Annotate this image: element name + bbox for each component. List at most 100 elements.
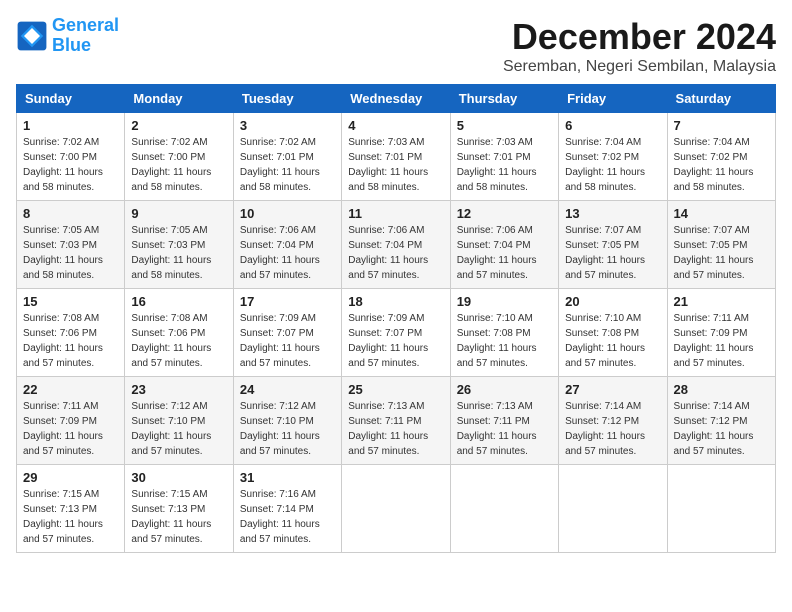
calendar-cell: 12 Sunrise: 7:06 AMSunset: 7:04 PMDaylig…	[450, 201, 558, 289]
day-info: Sunrise: 7:16 AMSunset: 7:14 PMDaylight:…	[240, 487, 335, 547]
calendar-cell: 18 Sunrise: 7:09 AMSunset: 7:07 PMDaylig…	[342, 289, 450, 377]
calendar-cell	[559, 465, 667, 553]
week-row-4: 22 Sunrise: 7:11 AMSunset: 7:09 PMDaylig…	[17, 377, 776, 465]
day-number: 16	[131, 294, 226, 309]
day-number: 20	[565, 294, 660, 309]
week-row-5: 29 Sunrise: 7:15 AMSunset: 7:13 PMDaylig…	[17, 465, 776, 553]
day-info: Sunrise: 7:12 AMSunset: 7:10 PMDaylight:…	[240, 399, 335, 459]
day-number: 6	[565, 118, 660, 133]
day-number: 18	[348, 294, 443, 309]
day-number: 25	[348, 382, 443, 397]
day-info: Sunrise: 7:10 AMSunset: 7:08 PMDaylight:…	[565, 311, 660, 371]
day-number: 5	[457, 118, 552, 133]
day-number: 10	[240, 206, 335, 221]
calendar-cell: 19 Sunrise: 7:10 AMSunset: 7:08 PMDaylig…	[450, 289, 558, 377]
day-number: 21	[674, 294, 769, 309]
day-info: Sunrise: 7:05 AMSunset: 7:03 PMDaylight:…	[131, 223, 226, 283]
day-number: 15	[23, 294, 118, 309]
day-info: Sunrise: 7:12 AMSunset: 7:10 PMDaylight:…	[131, 399, 226, 459]
weekday-header-thursday: Thursday	[450, 85, 558, 113]
day-info: Sunrise: 7:04 AMSunset: 7:02 PMDaylight:…	[565, 135, 660, 195]
day-info: Sunrise: 7:14 AMSunset: 7:12 PMDaylight:…	[674, 399, 769, 459]
location-subtitle: Seremban, Negeri Sembilan, Malaysia	[503, 58, 776, 76]
month-title: December 2024	[503, 16, 776, 58]
day-number: 12	[457, 206, 552, 221]
day-info: Sunrise: 7:06 AMSunset: 7:04 PMDaylight:…	[240, 223, 335, 283]
weekday-header-tuesday: Tuesday	[233, 85, 341, 113]
day-info: Sunrise: 7:09 AMSunset: 7:07 PMDaylight:…	[240, 311, 335, 371]
day-info: Sunrise: 7:04 AMSunset: 7:02 PMDaylight:…	[674, 135, 769, 195]
day-number: 13	[565, 206, 660, 221]
calendar-cell: 25 Sunrise: 7:13 AMSunset: 7:11 PMDaylig…	[342, 377, 450, 465]
calendar-table: SundayMondayTuesdayWednesdayThursdayFrid…	[16, 84, 776, 553]
day-number: 7	[674, 118, 769, 133]
calendar-cell: 2 Sunrise: 7:02 AMSunset: 7:00 PMDayligh…	[125, 113, 233, 201]
day-info: Sunrise: 7:13 AMSunset: 7:11 PMDaylight:…	[348, 399, 443, 459]
calendar-cell: 23 Sunrise: 7:12 AMSunset: 7:10 PMDaylig…	[125, 377, 233, 465]
week-row-1: 1 Sunrise: 7:02 AMSunset: 7:00 PMDayligh…	[17, 113, 776, 201]
day-number: 23	[131, 382, 226, 397]
day-info: Sunrise: 7:13 AMSunset: 7:11 PMDaylight:…	[457, 399, 552, 459]
calendar-cell: 15 Sunrise: 7:08 AMSunset: 7:06 PMDaylig…	[17, 289, 125, 377]
calendar-cell: 4 Sunrise: 7:03 AMSunset: 7:01 PMDayligh…	[342, 113, 450, 201]
title-block: December 2024 Seremban, Negeri Sembilan,…	[503, 16, 776, 76]
day-number: 29	[23, 470, 118, 485]
day-info: Sunrise: 7:14 AMSunset: 7:12 PMDaylight:…	[565, 399, 660, 459]
calendar-cell: 22 Sunrise: 7:11 AMSunset: 7:09 PMDaylig…	[17, 377, 125, 465]
day-info: Sunrise: 7:02 AMSunset: 7:01 PMDaylight:…	[240, 135, 335, 195]
day-number: 3	[240, 118, 335, 133]
day-number: 8	[23, 206, 118, 221]
day-number: 17	[240, 294, 335, 309]
calendar-cell: 16 Sunrise: 7:08 AMSunset: 7:06 PMDaylig…	[125, 289, 233, 377]
day-number: 2	[131, 118, 226, 133]
calendar-cell: 7 Sunrise: 7:04 AMSunset: 7:02 PMDayligh…	[667, 113, 775, 201]
day-number: 28	[674, 382, 769, 397]
calendar-cell: 13 Sunrise: 7:07 AMSunset: 7:05 PMDaylig…	[559, 201, 667, 289]
logo: General Blue	[16, 16, 119, 56]
weekday-header-wednesday: Wednesday	[342, 85, 450, 113]
calendar-cell: 9 Sunrise: 7:05 AMSunset: 7:03 PMDayligh…	[125, 201, 233, 289]
day-info: Sunrise: 7:03 AMSunset: 7:01 PMDaylight:…	[457, 135, 552, 195]
day-info: Sunrise: 7:15 AMSunset: 7:13 PMDaylight:…	[23, 487, 118, 547]
week-row-3: 15 Sunrise: 7:08 AMSunset: 7:06 PMDaylig…	[17, 289, 776, 377]
day-info: Sunrise: 7:06 AMSunset: 7:04 PMDaylight:…	[348, 223, 443, 283]
logo-icon	[16, 20, 48, 52]
calendar-cell: 26 Sunrise: 7:13 AMSunset: 7:11 PMDaylig…	[450, 377, 558, 465]
day-info: Sunrise: 7:05 AMSunset: 7:03 PMDaylight:…	[23, 223, 118, 283]
day-info: Sunrise: 7:07 AMSunset: 7:05 PMDaylight:…	[674, 223, 769, 283]
calendar-cell	[450, 465, 558, 553]
day-number: 27	[565, 382, 660, 397]
calendar-cell: 14 Sunrise: 7:07 AMSunset: 7:05 PMDaylig…	[667, 201, 775, 289]
calendar-cell: 3 Sunrise: 7:02 AMSunset: 7:01 PMDayligh…	[233, 113, 341, 201]
weekday-header-saturday: Saturday	[667, 85, 775, 113]
day-number: 30	[131, 470, 226, 485]
weekday-header-row: SundayMondayTuesdayWednesdayThursdayFrid…	[17, 85, 776, 113]
weekday-header-friday: Friday	[559, 85, 667, 113]
day-info: Sunrise: 7:02 AMSunset: 7:00 PMDaylight:…	[23, 135, 118, 195]
logo-text-line1: General	[52, 16, 119, 36]
day-info: Sunrise: 7:11 AMSunset: 7:09 PMDaylight:…	[674, 311, 769, 371]
day-info: Sunrise: 7:08 AMSunset: 7:06 PMDaylight:…	[131, 311, 226, 371]
day-info: Sunrise: 7:08 AMSunset: 7:06 PMDaylight:…	[23, 311, 118, 371]
calendar-cell: 30 Sunrise: 7:15 AMSunset: 7:13 PMDaylig…	[125, 465, 233, 553]
day-number: 24	[240, 382, 335, 397]
calendar-cell: 24 Sunrise: 7:12 AMSunset: 7:10 PMDaylig…	[233, 377, 341, 465]
day-number: 31	[240, 470, 335, 485]
logo-text-line2: Blue	[52, 36, 119, 56]
calendar-cell: 11 Sunrise: 7:06 AMSunset: 7:04 PMDaylig…	[342, 201, 450, 289]
calendar-cell: 31 Sunrise: 7:16 AMSunset: 7:14 PMDaylig…	[233, 465, 341, 553]
week-row-2: 8 Sunrise: 7:05 AMSunset: 7:03 PMDayligh…	[17, 201, 776, 289]
calendar-cell: 17 Sunrise: 7:09 AMSunset: 7:07 PMDaylig…	[233, 289, 341, 377]
calendar-cell: 27 Sunrise: 7:14 AMSunset: 7:12 PMDaylig…	[559, 377, 667, 465]
calendar-cell: 20 Sunrise: 7:10 AMSunset: 7:08 PMDaylig…	[559, 289, 667, 377]
calendar-cell	[667, 465, 775, 553]
weekday-header-monday: Monday	[125, 85, 233, 113]
day-number: 22	[23, 382, 118, 397]
day-info: Sunrise: 7:15 AMSunset: 7:13 PMDaylight:…	[131, 487, 226, 547]
day-info: Sunrise: 7:06 AMSunset: 7:04 PMDaylight:…	[457, 223, 552, 283]
day-number: 26	[457, 382, 552, 397]
day-number: 9	[131, 206, 226, 221]
day-number: 1	[23, 118, 118, 133]
calendar-cell: 29 Sunrise: 7:15 AMSunset: 7:13 PMDaylig…	[17, 465, 125, 553]
day-info: Sunrise: 7:11 AMSunset: 7:09 PMDaylight:…	[23, 399, 118, 459]
